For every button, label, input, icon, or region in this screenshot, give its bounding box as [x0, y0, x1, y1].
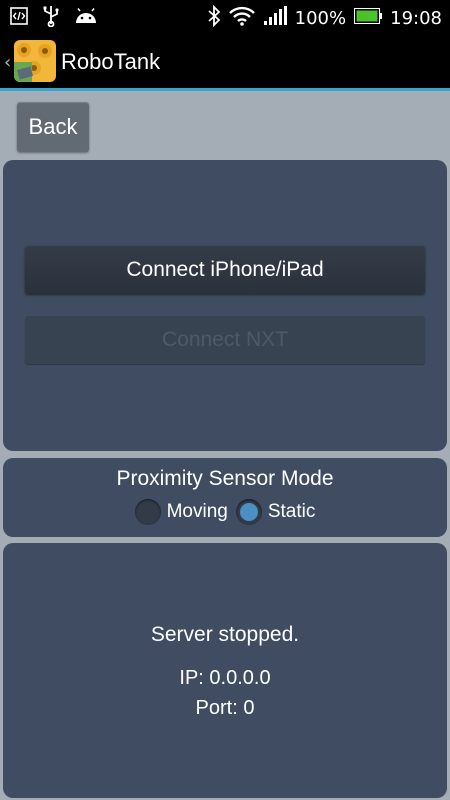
notification-icons: [10, 5, 98, 32]
usb-icon: [42, 5, 60, 32]
signal-icon: [263, 6, 287, 31]
server-port-text: Port: 0: [195, 697, 255, 719]
battery-icon: [354, 8, 383, 29]
connection-panel: Connect iPhone/iPad Connect NXT: [3, 160, 447, 451]
back-button[interactable]: Back: [17, 102, 89, 152]
wifi-icon: [228, 6, 255, 31]
connect-iphone-ipad-button[interactable]: Connect iPhone/iPad: [25, 246, 425, 294]
action-bar-divider: [0, 88, 450, 91]
proximity-sensor-title: Proximity Sensor Mode: [116, 467, 334, 490]
proximity-sensor-panel: Proximity Sensor Mode Moving Static: [3, 458, 447, 537]
status-bar: 100% 19:08: [0, 0, 450, 33]
screen: 100% 19:08 ‹ RoboTank Back Connect iPhon…: [0, 0, 450, 800]
radio-label-static: Static: [267, 501, 316, 522]
radio-option-moving[interactable]: Moving: [134, 499, 228, 525]
server-ip-text: IP: 0.0.0.0: [179, 667, 271, 689]
android-icon: [74, 8, 98, 29]
up-navigation-icon[interactable]: ‹: [4, 52, 11, 73]
app-title: RoboTank: [61, 49, 161, 74]
battery-percent: 100%: [294, 8, 347, 29]
app-icon[interactable]: [14, 40, 56, 82]
connect-nxt-button[interactable]: Connect NXT: [25, 316, 425, 364]
bluetooth-icon: [207, 4, 221, 32]
proximity-mode-radio-group: Moving Static: [3, 499, 447, 525]
radio-button-static[interactable]: [235, 499, 262, 525]
radio-option-static[interactable]: Static: [235, 499, 316, 525]
radio-button-moving[interactable]: [134, 499, 161, 525]
radio-label-moving: Moving: [166, 501, 228, 522]
system-icons: 100% 19:08: [207, 4, 442, 32]
debug-icon: [10, 7, 28, 30]
server-status-text: Server stopped.: [150, 623, 300, 646]
server-status-panel: Server stopped. IP: 0.0.0.0 Port: 0: [3, 543, 447, 798]
clock: 19:08: [390, 8, 442, 29]
